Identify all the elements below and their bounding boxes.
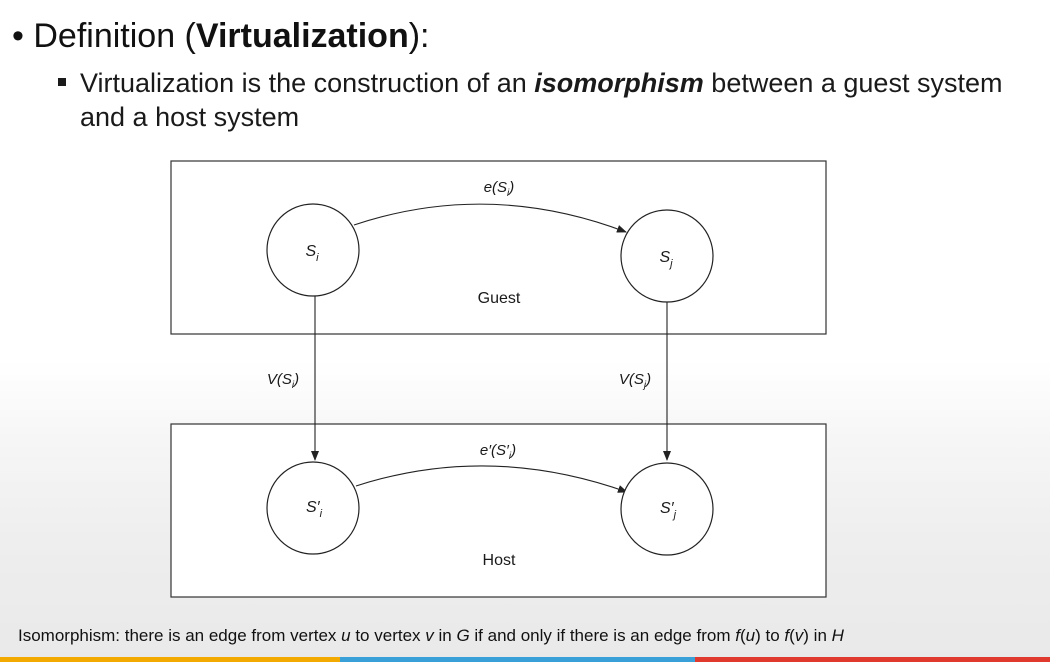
footnote-math-symbol: H <box>831 626 844 645</box>
footnote-text: in <box>433 626 457 645</box>
footnote-text: Isomorphism: there is an edge from verte… <box>18 626 342 645</box>
edge-v-right-label: V(Sj) <box>619 371 651 391</box>
guest-label: Guest <box>478 290 521 307</box>
isomorphism-footnote: Isomorphism: there is an edge from verte… <box>18 626 844 646</box>
isomorphism-diagram: Guest Host Si Sj S′i S′j e(Si) e′(S′i) V… <box>170 160 827 598</box>
footnote-text: to vertex <box>350 626 426 645</box>
strip-segment-red <box>695 657 1050 662</box>
host-label: Host <box>483 552 516 569</box>
edge-v-left-label: V(Si) <box>267 371 299 391</box>
color-strip <box>0 657 1050 662</box>
strip-segment-blue <box>340 657 695 662</box>
footnote-text: if and only if there is an edge from <box>469 626 736 645</box>
footnote-math-symbol: u <box>745 626 756 645</box>
footnote-math-symbol: v <box>425 626 434 645</box>
footnote-text: ) in <box>803 626 832 645</box>
footnote-text: ) to <box>755 626 785 645</box>
footnote-math-symbol: G <box>456 626 470 645</box>
footnote-math-symbol: u <box>341 626 351 645</box>
strip-segment-orange <box>0 657 340 662</box>
